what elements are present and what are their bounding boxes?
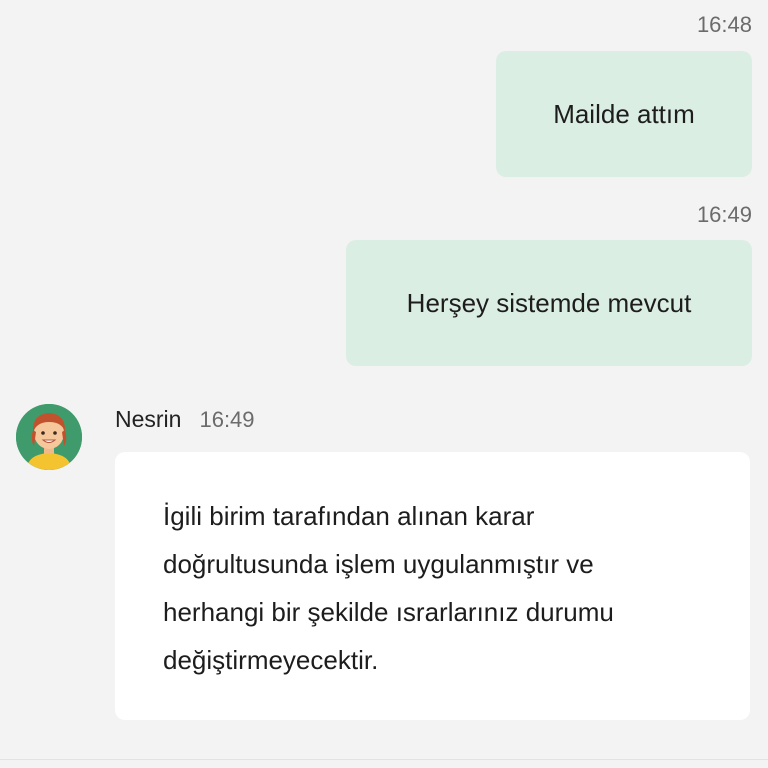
message-text: Herşey sistemde mevcut <box>406 287 692 318</box>
outgoing-message-bubble[interactable]: Mailde attım <box>496 51 752 177</box>
avatar-icon <box>16 404 82 470</box>
sender-header: Nesrin 16:49 <box>115 406 255 433</box>
message-timestamp: 16:49 <box>199 407 255 432</box>
outgoing-message-bubble[interactable]: Herşey sistemde mevcut <box>346 240 752 366</box>
message-text: Mailde attım <box>553 98 695 129</box>
message-timestamp: 16:48 <box>696 12 752 37</box>
message-line: İgili birim tarafından alınan karar <box>163 501 535 531</box>
message-line: herhangi bir şekilde ısrarlarınız durumu <box>163 597 614 627</box>
message-timestamp: 16:49 <box>696 202 752 227</box>
avatar[interactable] <box>16 404 82 470</box>
chat-thread: 16:48 Mailde attım 16:49 Herşey sistemde… <box>0 0 768 768</box>
sender-name[interactable]: Nesrin <box>115 406 181 433</box>
message-line: doğrultusunda işlem uygulanmıştır ve <box>163 549 594 579</box>
incoming-message-bubble[interactable]: İgili birim tarafından alınan karar doğr… <box>115 452 750 720</box>
message-line: değiştirmeyecektir. <box>163 645 379 675</box>
divider <box>0 759 768 760</box>
